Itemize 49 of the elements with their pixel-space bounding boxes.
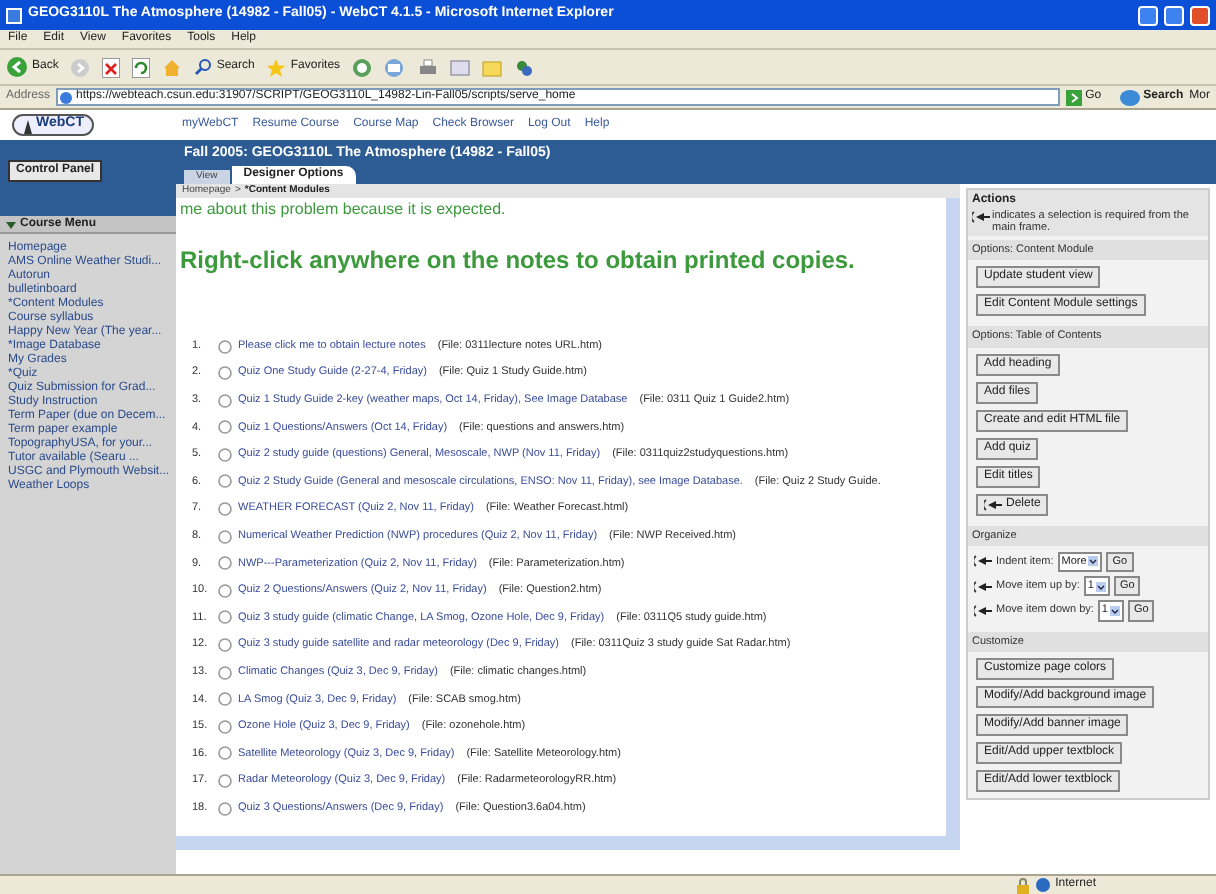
star-icon bbox=[266, 57, 287, 77]
notes-heading: Right-click anywhere on the notes to obtain printed copies. bbox=[180, 244, 857, 278]
home-icon[interactable] bbox=[162, 57, 183, 77]
pointer-icon bbox=[984, 497, 1002, 511]
radio-button[interactable] bbox=[218, 774, 232, 788]
radio-button[interactable] bbox=[218, 474, 232, 489]
radio-button[interactable] bbox=[218, 529, 232, 544]
close-button[interactable] bbox=[1190, 5, 1210, 25]
radio-button[interactable] bbox=[218, 583, 232, 598]
radio-button[interactable] bbox=[218, 556, 232, 571]
dropdown-arrow-icon bbox=[1109, 605, 1120, 616]
maximize-button[interactable] bbox=[1164, 5, 1184, 25]
radio-button[interactable] bbox=[218, 502, 232, 517]
radio-button[interactable] bbox=[218, 393, 232, 408]
minimize-button[interactable] bbox=[1138, 5, 1158, 25]
browser-icon bbox=[6, 7, 22, 23]
radio-button[interactable] bbox=[218, 610, 232, 625]
radio-button[interactable] bbox=[218, 746, 232, 761]
print-icon[interactable] bbox=[418, 57, 439, 77]
radio-button[interactable] bbox=[218, 719, 232, 734]
go-arrow-icon bbox=[1065, 89, 1082, 105]
dropdown-arrow-icon bbox=[1095, 581, 1106, 592]
vertical-scrollbar[interactable] bbox=[946, 198, 960, 836]
horizontal-scrollbar[interactable] bbox=[176, 836, 960, 850]
intro-text: me about this problem because it is expected. bbox=[180, 198, 508, 222]
history-icon[interactable] bbox=[352, 57, 373, 77]
pointer-icon bbox=[972, 210, 990, 224]
stop-icon[interactable] bbox=[102, 57, 121, 77]
radio-button[interactable] bbox=[218, 665, 232, 680]
folder-icon[interactable] bbox=[482, 57, 503, 77]
radio-button[interactable] bbox=[218, 339, 232, 353]
globe-icon bbox=[1035, 878, 1050, 892]
radio-button[interactable] bbox=[218, 801, 232, 816]
radio-button[interactable] bbox=[218, 420, 232, 435]
radio-button[interactable] bbox=[218, 692, 232, 707]
mail-icon[interactable] bbox=[384, 57, 407, 77]
pointer-icon bbox=[974, 579, 992, 594]
messenger-icon[interactable] bbox=[514, 57, 535, 77]
refresh-icon[interactable] bbox=[132, 57, 151, 77]
pointer-icon bbox=[974, 603, 992, 618]
radio-button[interactable] bbox=[218, 447, 232, 462]
search-icon bbox=[194, 58, 213, 76]
pointer-icon bbox=[974, 554, 992, 569]
edit-icon[interactable] bbox=[450, 57, 471, 77]
dropdown-arrow-icon bbox=[1088, 556, 1099, 567]
radio-button[interactable] bbox=[218, 638, 232, 653]
forward-icon[interactable] bbox=[70, 57, 91, 77]
radio-button[interactable] bbox=[218, 366, 232, 381]
lock-icon bbox=[1015, 877, 1030, 893]
